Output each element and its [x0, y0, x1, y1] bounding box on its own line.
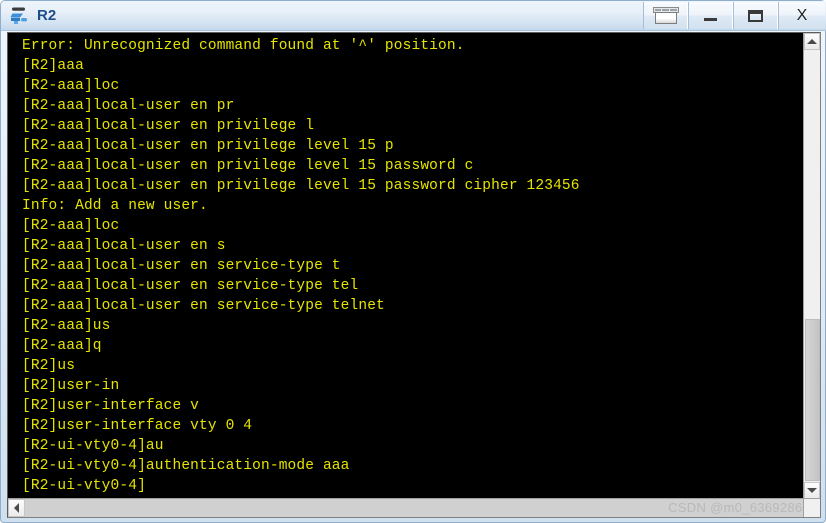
- vertical-scroll-thumb[interactable]: [805, 319, 820, 481]
- terminal-frame: Error: Unrecognized command found at '^'…: [7, 32, 821, 518]
- terminal-lines: Error: Unrecognized command found at '^'…: [22, 36, 580, 496]
- vertical-scrollbar[interactable]: [803, 33, 820, 499]
- title-bar[interactable]: R2 X: [1, 1, 826, 31]
- window-controls: X: [643, 2, 825, 30]
- minimize-button[interactable]: [688, 2, 733, 29]
- terminal-line: [R2-aaa]loc: [22, 218, 120, 234]
- terminal-line: [R2]user-in: [22, 378, 120, 394]
- terminal-line: Error: Unrecognized command found at '^'…: [22, 38, 465, 54]
- terminal-line: [R2-aaa]q: [22, 338, 102, 354]
- terminal-line: [R2-ui-vty0-4]: [22, 478, 146, 494]
- terminal-line: [R2]aaa: [22, 58, 84, 74]
- terminal-window: R2 X Error: Unrecognized command found a: [0, 0, 826, 523]
- terminal-line: [R2-aaa]local-user en privilege level 15…: [22, 178, 580, 194]
- horizontal-scroll-track[interactable]: CSDN @m0_63692868: [26, 499, 820, 517]
- watermark-text: CSDN @m0_63692868: [668, 500, 810, 515]
- chevron-up-icon: [807, 39, 817, 44]
- terminal-line: [R2-ui-vty0-4]authentication-mode aaa: [22, 458, 350, 474]
- terminal-line: [R2]user-interface vty 0 4: [22, 418, 253, 434]
- chevron-down-icon: [807, 488, 817, 493]
- title-bar-left: R2: [9, 4, 56, 28]
- terminal-line: [R2-aaa]us: [22, 318, 111, 334]
- terminal-line: [R2]us: [22, 358, 76, 374]
- terminal-line: [R2-aaa]local-user en service-type tel: [22, 278, 359, 294]
- terminal-line: [R2-aaa]local-user en service-type t: [22, 258, 341, 274]
- panel-button[interactable]: [643, 2, 688, 29]
- terminal-line: [R2-aaa]local-user en privilege level 15…: [22, 138, 394, 154]
- minimize-icon: [704, 18, 717, 21]
- terminal-line: [R2-aaa]loc: [22, 78, 120, 94]
- close-button[interactable]: X: [778, 2, 825, 29]
- chevron-left-icon: [14, 503, 19, 513]
- close-icon: X: [796, 6, 808, 24]
- terminal-line: [R2-aaa]local-user en s: [22, 238, 226, 254]
- scrollbar-corner: [803, 498, 820, 517]
- scroll-up-button[interactable]: [804, 33, 820, 50]
- scroll-down-button[interactable]: [804, 482, 820, 499]
- terminal-output[interactable]: Error: Unrecognized command found at '^'…: [8, 33, 803, 499]
- router-icon: [9, 5, 31, 27]
- window-panel-icon: [652, 7, 679, 24]
- terminal-line: [R2-aaa]local-user en service-type telne…: [22, 298, 385, 314]
- maximize-button[interactable]: [733, 2, 778, 29]
- horizontal-scrollbar[interactable]: CSDN @m0_63692868: [8, 498, 820, 517]
- terminal-line: [R2-aaa]local-user en privilege level 15…: [22, 158, 474, 174]
- terminal-line: [R2-aaa]local-user en pr: [22, 98, 235, 114]
- terminal-line: [R2-ui-vty0-4]au: [22, 438, 164, 454]
- terminal-line: [R2]user-interface v: [22, 398, 200, 414]
- maximize-icon: [748, 9, 763, 22]
- terminal-line: Info: Add a new user.: [22, 198, 208, 214]
- scroll-left-button[interactable]: [8, 499, 25, 517]
- window-title: R2: [37, 7, 57, 24]
- terminal-line: [R2-aaa]local-user en privilege l: [22, 118, 315, 134]
